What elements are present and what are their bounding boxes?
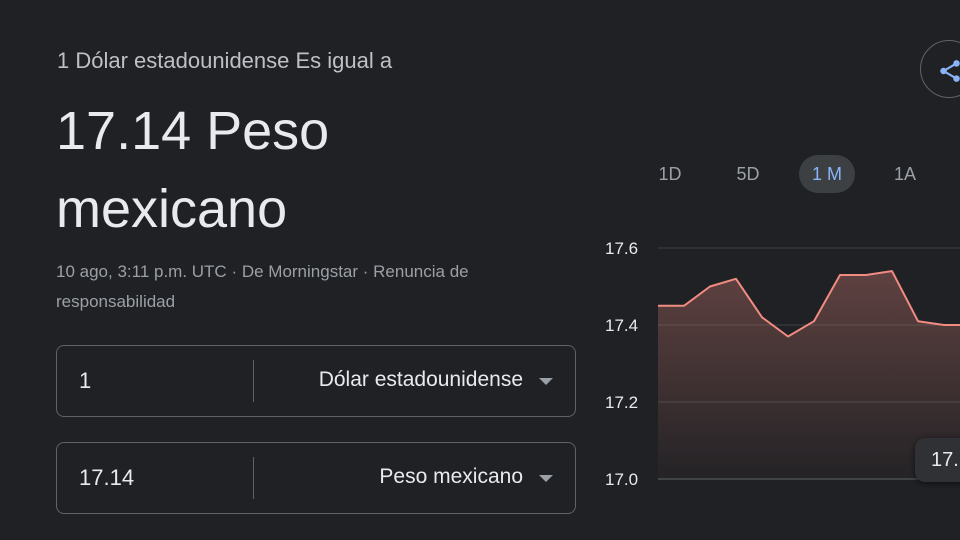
y-tick-label: 17.0	[605, 470, 638, 489]
divider	[253, 457, 254, 499]
tab-1m[interactable]: 1 M	[799, 155, 855, 193]
tab-5d[interactable]: 5D	[724, 155, 772, 193]
share-button[interactable]	[920, 40, 960, 98]
chart-tooltip: 17.	[915, 438, 960, 482]
share-icon	[940, 60, 960, 82]
source-link[interactable]: De Morningstar	[242, 262, 358, 281]
y-tick-label: 17.4	[605, 316, 638, 335]
from-currency-box: 1 Dólar estadounidense	[56, 345, 576, 417]
tab-1d[interactable]: 1D	[646, 155, 694, 193]
chevron-down-icon[interactable]	[539, 378, 553, 385]
chevron-down-icon[interactable]	[539, 475, 553, 482]
tab-1a[interactable]: 1A	[881, 155, 929, 193]
divider	[253, 360, 254, 402]
from-amount-input[interactable]: 1	[79, 346, 91, 416]
source-info: 10 ago, 3:11 p.m. UTC · De Morningstar ·…	[56, 257, 556, 317]
y-tick-label: 17.6	[605, 239, 638, 258]
to-amount-input[interactable]: 17.14	[79, 443, 134, 513]
conversion-subtitle: 1 Dólar estadounidense Es igual a	[57, 48, 393, 73]
from-currency-select[interactable]: Dólar estadounidense	[319, 346, 523, 414]
exchange-rate-chart[interactable]: 17.617.417.217.020 jul1	[595, 225, 960, 520]
separator: ·	[358, 262, 374, 281]
to-currency-select[interactable]: Peso mexicano	[379, 443, 523, 511]
y-tick-label: 17.2	[605, 393, 638, 412]
conversion-result: 17.14 Peso mexicano	[56, 101, 330, 239]
timestamp: 10 ago, 3:11 p.m. UTC	[56, 262, 227, 281]
to-currency-box: 17.14 Peso mexicano	[56, 442, 576, 514]
separator: ·	[226, 262, 242, 281]
